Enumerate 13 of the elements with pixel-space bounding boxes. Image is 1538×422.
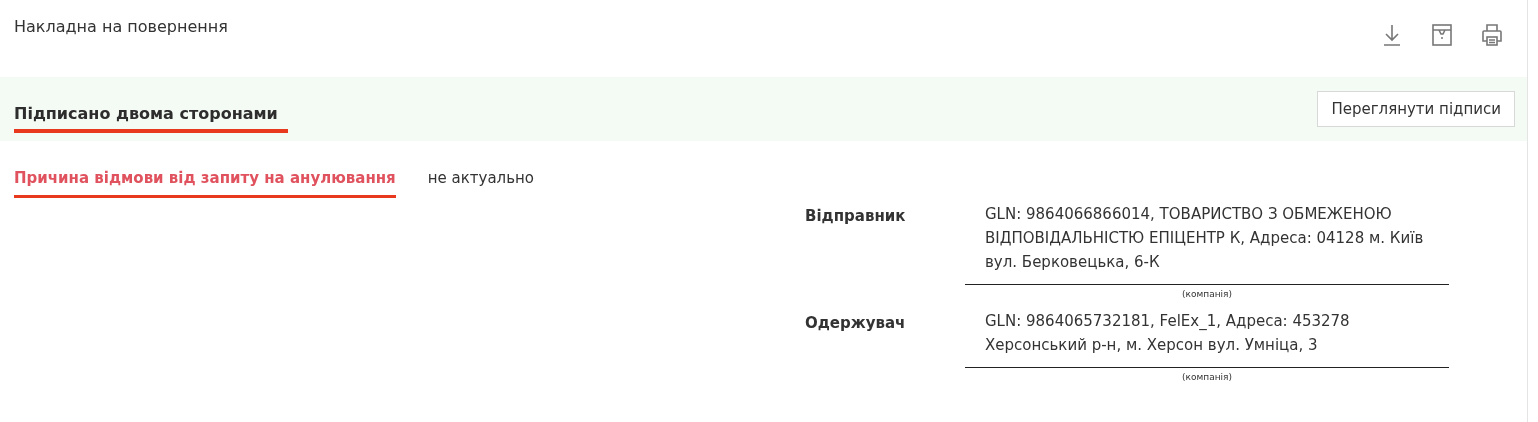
party-value: GLN: 9864065732181, FelEx_1, Адреса: 453278 Херсонський р-н, м. Херсон вул. Умніца, 3 bbox=[965, 309, 1449, 368]
page-title: Накладна на повернення bbox=[14, 17, 228, 36]
party-value: GLN: 9864066866014, ТОВАРИСТВО З ОБМЕЖЕНОЮ ВІДПОВІДАЛЬНІСТЮ ЕПІЦЕНТР К, Адреса: 04128 м. Київ вул. Берковецька, 6-К bbox=[965, 202, 1449, 285]
field-caption: (компанія) bbox=[1181, 371, 1233, 384]
archive-box-icon[interactable] bbox=[1429, 22, 1455, 48]
print-icon[interactable] bbox=[1479, 22, 1505, 48]
reason-value: не актуально bbox=[427, 169, 535, 187]
reason-label: Причина відмови від запиту на анулювання bbox=[14, 169, 396, 198]
party-label: Одержувач bbox=[805, 313, 907, 334]
party-label: Відправник bbox=[805, 206, 907, 227]
field-caption: (компанія) bbox=[1181, 288, 1233, 301]
view-signatures-button[interactable]: Переглянути підписи bbox=[1317, 91, 1515, 127]
status-label: Підписано двома сторонами bbox=[14, 95, 288, 133]
